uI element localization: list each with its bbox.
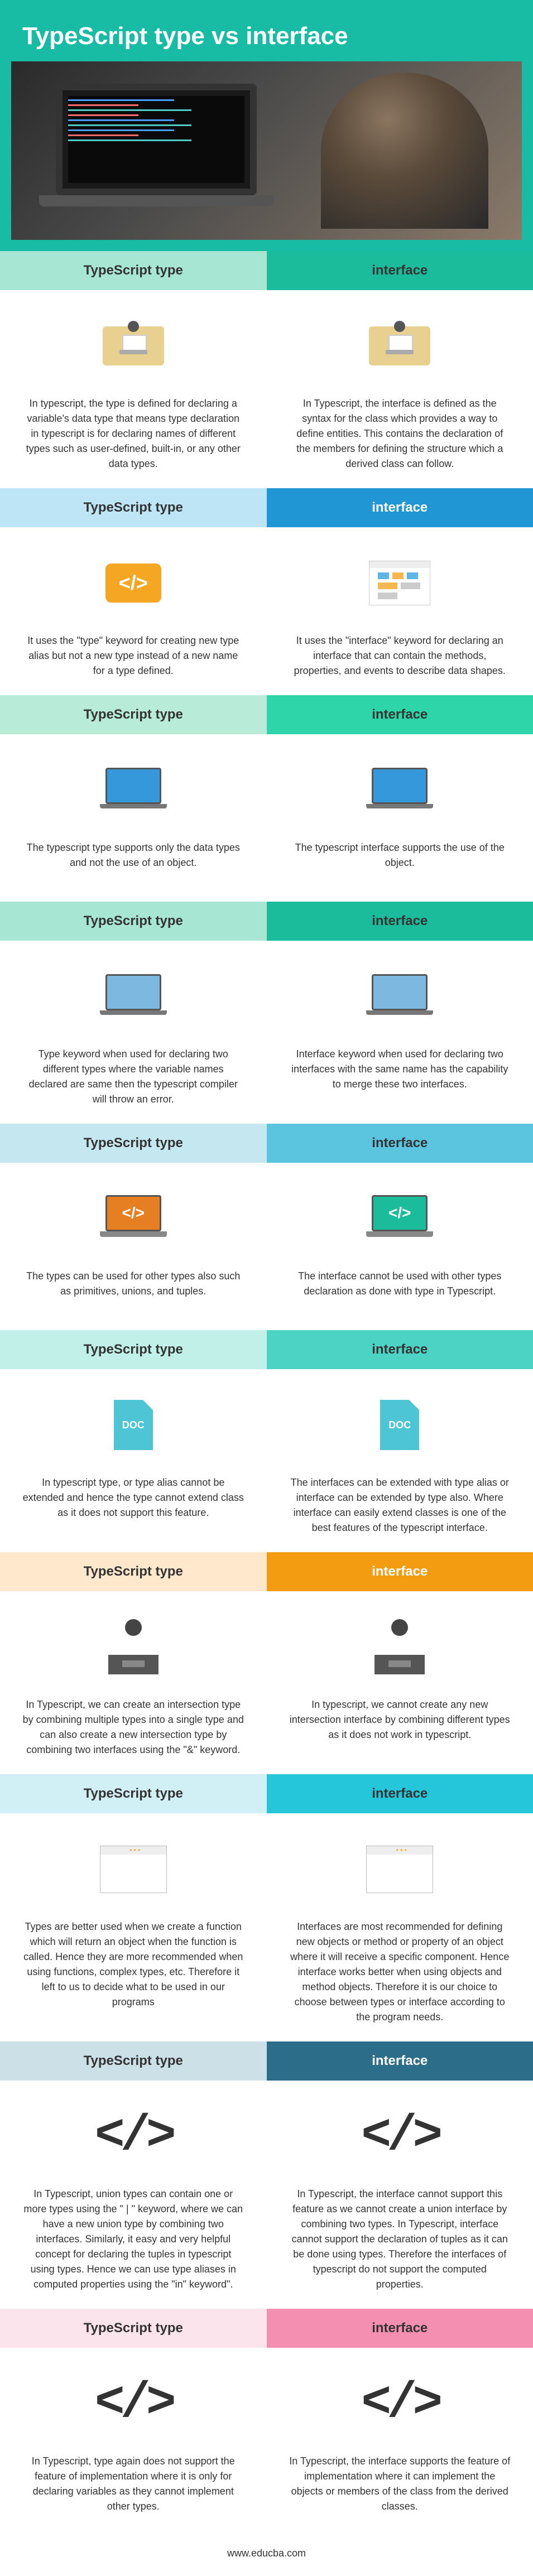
row-body: </> In Typescript, type again does not s… [0, 2348, 533, 2531]
col-right-header: interface [267, 1124, 533, 1163]
cell-text: In Typescript, we can create an intersec… [22, 1697, 244, 1758]
cell-text: It uses the "interface" keyword for decl… [289, 633, 511, 678]
col-left-header: TypeScript type [0, 488, 267, 527]
row-header: TypeScript type interface [0, 488, 533, 527]
code-bracket-icon: </> [95, 2365, 172, 2443]
footer-url: www.educba.com [0, 2531, 533, 2576]
row-header: TypeScript type interface [0, 1330, 533, 1369]
col-left-header: TypeScript type [0, 1124, 267, 1163]
col-right-header: interface [267, 902, 533, 941]
header: TypeScript type vs interface [0, 0, 533, 251]
col-left-header: TypeScript type [0, 902, 267, 941]
col-left-header: TypeScript type [0, 1774, 267, 1813]
document-icon: DOC [114, 1386, 153, 1464]
developer-icon [105, 1608, 161, 1686]
cell-text: The typescript interface supports the us… [289, 840, 511, 870]
col-right-header: interface [267, 251, 533, 290]
col-left-header: TypeScript type [0, 1330, 267, 1369]
window-icon [100, 1830, 167, 1908]
row-body: DOC In typescript type, or type alias ca… [0, 1369, 533, 1552]
laptop-code-icon: </> [366, 1179, 433, 1258]
cell-text: Types are better used when we create a f… [22, 1919, 244, 2010]
row-header: TypeScript type interface [0, 1774, 533, 1813]
row-header: TypeScript type interface [0, 2041, 533, 2081]
cell-text: In Typescript, the interface supports th… [289, 2454, 511, 2514]
laptop-icon [100, 957, 167, 1036]
col-right-header: interface [267, 1774, 533, 1813]
row-body: </> In Typescript, union types can conta… [0, 2081, 533, 2309]
row-body: The typescript type supports only the da… [0, 734, 533, 902]
cell-text: In Typescript, union types can contain o… [22, 2187, 244, 2292]
cell-text: The typescript type supports only the da… [22, 840, 244, 870]
laptop-icon [366, 751, 433, 829]
col-left-header: TypeScript type [0, 1552, 267, 1591]
col-left-header: TypeScript type [0, 2041, 267, 2081]
laptop-icon [100, 751, 167, 829]
cell-text: In Typescript, the interface is defined … [289, 396, 511, 471]
col-left-header: TypeScript type [0, 251, 267, 290]
developer-icon [372, 1608, 428, 1686]
cell-text: In typescript type, or type alias cannot… [22, 1475, 244, 1520]
row-header: TypeScript type interface [0, 2309, 533, 2348]
row-body: Types are better used when we create a f… [0, 1813, 533, 2041]
row-body: In Typescript, we can create an intersec… [0, 1591, 533, 1774]
cell-text: It uses the "type" keyword for creating … [22, 633, 244, 678]
cell-text: The types can be used for other types al… [22, 1269, 244, 1299]
laptop-icon [366, 957, 433, 1036]
cell-text: Interfaces are most recommended for defi… [289, 1919, 511, 2025]
row-body: </> It uses the "type" keyword for creat… [0, 527, 533, 695]
cell-text: In Typescript, type again does not suppo… [22, 2454, 244, 2514]
cell-text: The interface cannot be used with other … [289, 1269, 511, 1299]
desk-icon [103, 307, 164, 385]
col-left-header: TypeScript type [0, 695, 267, 734]
row-body: Type keyword when used for declaring two… [0, 941, 533, 1124]
code-icon: </> [105, 544, 161, 622]
col-right-header: interface [267, 1330, 533, 1369]
row-header: TypeScript type interface [0, 1124, 533, 1163]
document-icon: DOC [380, 1386, 419, 1464]
desk-icon [369, 307, 430, 385]
code-bracket-icon: </> [95, 2097, 172, 2175]
cell-text: In typescript, we cannot create any new … [289, 1697, 511, 1742]
col-right-header: interface [267, 695, 533, 734]
cell-text: In Typescript, the interface cannot supp… [289, 2187, 511, 2292]
cell-text: Type keyword when used for declaring two… [22, 1047, 244, 1107]
row-header: TypeScript type interface [0, 902, 533, 941]
col-right-header: interface [267, 488, 533, 527]
laptop-code-icon: </> [100, 1179, 167, 1258]
row-body: In typescript, the type is defined for d… [0, 290, 533, 488]
row-header: TypeScript type interface [0, 251, 533, 290]
code-bracket-icon: </> [361, 2365, 438, 2443]
row-header: TypeScript type interface [0, 695, 533, 734]
page-title: TypeScript type vs interface [11, 22, 522, 50]
row-body: </> The types can be used for other type… [0, 1163, 533, 1330]
browser-icon [369, 544, 430, 622]
cell-text: Interface keyword when used for declarin… [289, 1047, 511, 1092]
window-icon [366, 1830, 433, 1908]
hero-image [11, 61, 522, 240]
cell-text: In typescript, the type is defined for d… [22, 396, 244, 471]
code-bracket-icon: </> [361, 2097, 438, 2175]
col-right-header: interface [267, 2309, 533, 2348]
cell-text: The interfaces can be extended with type… [289, 1475, 511, 1535]
col-right-header: interface [267, 2041, 533, 2081]
row-header: TypeScript type interface [0, 1552, 533, 1591]
col-right-header: interface [267, 1552, 533, 1591]
col-left-header: TypeScript type [0, 2309, 267, 2348]
